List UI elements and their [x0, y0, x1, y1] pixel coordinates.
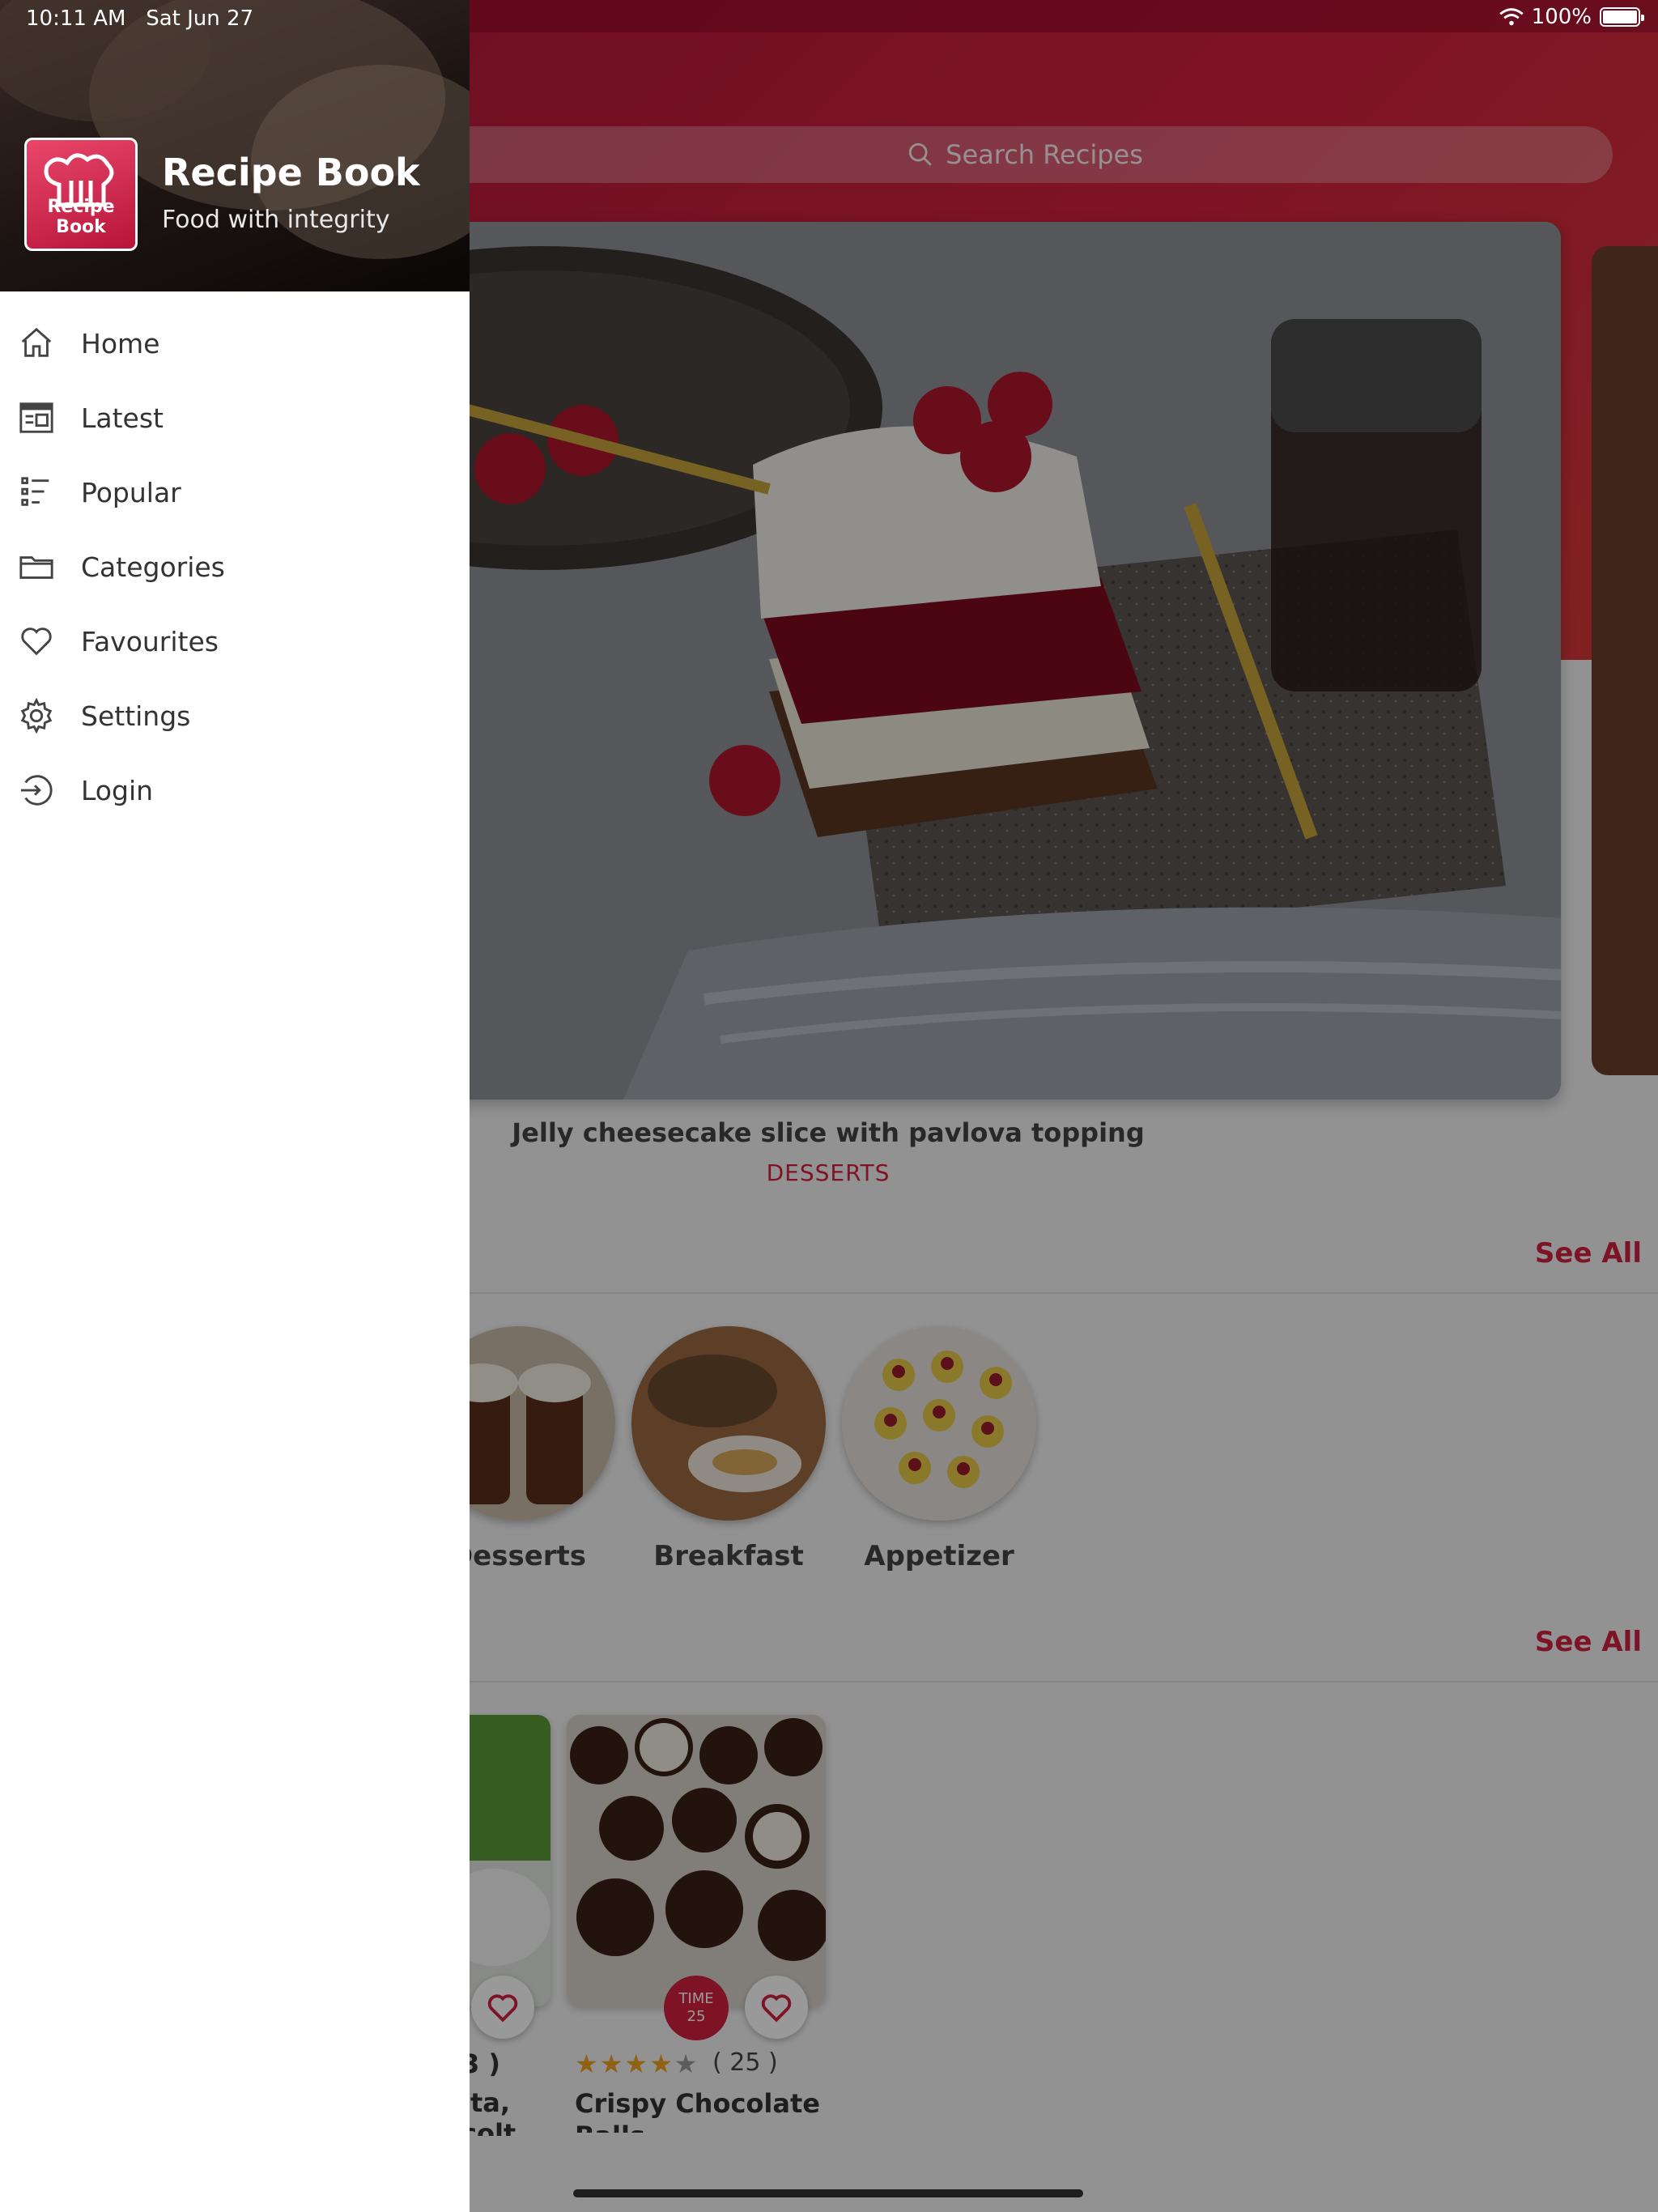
menu-item-home[interactable]: Home: [0, 306, 470, 381]
login-icon: [16, 770, 57, 810]
status-indicators: 100%: [1499, 5, 1644, 29]
app-logo: Recipe Book: [24, 138, 138, 251]
status-date: Sat Jun 27: [146, 6, 254, 31]
menu-item-label: Favourites: [81, 625, 219, 657]
wifi-icon: [1499, 8, 1524, 26]
app-tagline: Food with integrity: [162, 206, 390, 234]
gear-icon: [16, 696, 57, 736]
menu-item-popular[interactable]: Popular: [0, 455, 470, 530]
status-time: 10:11 AM: [26, 6, 126, 31]
menu-item-label: Home: [81, 327, 160, 359]
home-icon: [16, 323, 57, 364]
menu-item-favourites[interactable]: Favourites: [0, 604, 470, 678]
menu-item-label: Latest: [81, 402, 164, 434]
menu-item-latest[interactable]: Latest: [0, 381, 470, 455]
heart-icon: [16, 621, 57, 661]
logo-text: Recipe Book: [47, 197, 115, 237]
menu-item-categories[interactable]: Categories: [0, 530, 470, 604]
menu-item-label: Popular: [81, 476, 181, 508]
menu-item-settings[interactable]: Settings: [0, 678, 470, 753]
folder-icon: [16, 547, 57, 587]
menu-item-label: Categories: [81, 551, 225, 583]
status-datetime: 10:11 AM Sat Jun 27: [26, 6, 253, 31]
popular-icon: [16, 472, 57, 513]
drawer-menu: Home Latest Popular Categories Favourite…: [0, 306, 470, 827]
battery-icon: [1600, 7, 1644, 27]
menu-item-label: Settings: [81, 700, 191, 732]
navigation-drawer: Recipe Book Recipe Book Food with integr…: [0, 0, 470, 2212]
status-bar: 10:11 AM Sat Jun 27 100%: [0, 0, 1658, 32]
battery-percentage: 100%: [1531, 5, 1592, 29]
latest-icon: [16, 398, 57, 438]
menu-item-label: Login: [81, 774, 154, 806]
app-name: Recipe Book: [162, 151, 420, 194]
menu-item-login[interactable]: Login: [0, 753, 470, 827]
drawer-header: Recipe Book Recipe Book Food with integr…: [0, 0, 470, 291]
